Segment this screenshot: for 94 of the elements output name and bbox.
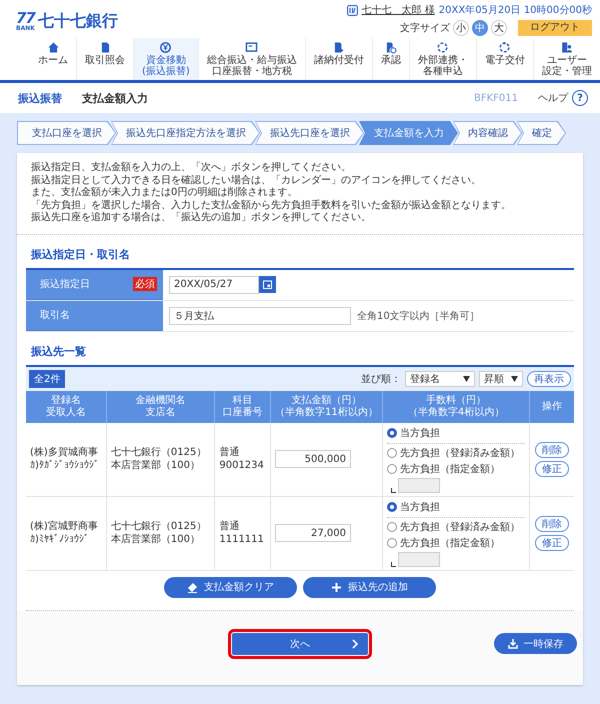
fee-option[interactable]: 先方負担（登録済み金額） bbox=[386, 446, 526, 460]
login-datetime: 20XX年05月20日 10時00分00秒 bbox=[438, 4, 592, 17]
required-badge: 必須 bbox=[133, 277, 157, 291]
radio-button[interactable] bbox=[386, 428, 397, 438]
field-hint: 全角10文字以内［半角可］ bbox=[357, 310, 480, 322]
refresh-button[interactable]: 再表示 bbox=[527, 370, 571, 386]
chevron-right-icon bbox=[352, 638, 358, 648]
fee-amount-field[interactable] bbox=[398, 478, 440, 492]
column-header: 操作 bbox=[530, 390, 574, 422]
font-size-label: 文字サイズ bbox=[400, 22, 450, 35]
nav-icon bbox=[560, 41, 574, 54]
nav-icon bbox=[245, 41, 258, 54]
radio-button[interactable] bbox=[386, 464, 397, 474]
eraser-icon bbox=[187, 582, 198, 592]
column-header: 手数料（円） （半角数字4桁以内） bbox=[382, 390, 530, 422]
field-label: 振込指定日 bbox=[40, 278, 90, 291]
row-action-button[interactable]: 削除 bbox=[535, 442, 570, 458]
fee-option[interactable]: 当方負担 bbox=[386, 500, 526, 518]
account-type: 普通 bbox=[219, 446, 240, 459]
next-button[interactable]: 次へ bbox=[232, 632, 368, 654]
progress-step: 振込先口座指定方法を選択 bbox=[111, 121, 260, 145]
account-type: 普通 bbox=[219, 520, 240, 533]
bank-name: 七十七銀行 bbox=[38, 11, 118, 32]
radio-button[interactable] bbox=[386, 502, 397, 512]
payee-name: (株)宮城野商事 bbox=[30, 520, 99, 533]
payee-name: (株)多賀城商事 bbox=[30, 446, 99, 459]
amount-field[interactable]: 500,000 bbox=[274, 450, 351, 468]
instruction-text: また、支払金額が未入力または0円の明細は削除されます。 bbox=[31, 187, 298, 200]
fee-amount-field[interactable] bbox=[398, 552, 440, 566]
nav-icon bbox=[384, 41, 398, 54]
sort-label: 並び順： bbox=[361, 372, 401, 386]
branch-name: 本店営業部（100） bbox=[110, 459, 201, 472]
column-header: 登録名 受取人名 bbox=[26, 390, 106, 422]
payee-kana: ｶ)ﾐﾔｷﾞﾉｼｮｳｼﾞ bbox=[30, 533, 90, 546]
branch-name: 本店営業部（100） bbox=[110, 533, 201, 546]
help-link[interactable]: ヘルプ ? bbox=[538, 90, 588, 106]
progress-step: 確定 bbox=[517, 121, 566, 145]
progress-step: 支払金額を入力 bbox=[359, 121, 458, 145]
page-category: 振込振替 bbox=[18, 90, 62, 106]
column-header: 科目 口座番号 bbox=[214, 390, 270, 422]
row-action-button[interactable]: 修正 bbox=[535, 460, 570, 476]
field-label: 取引名 bbox=[40, 309, 70, 322]
page-title: 支払金額入力 bbox=[82, 90, 149, 106]
dropdown-arrow-icon bbox=[511, 376, 518, 382]
instruction-text: 「先方負担」を選択した場合、入力した支払金額から先方負担手数料を引いた金額が振込金額となります。 bbox=[31, 200, 512, 212]
progress-step: 内容確認 bbox=[453, 121, 522, 145]
nav-icon bbox=[332, 41, 346, 54]
clear-amount-button[interactable]: 支払金額クリア bbox=[164, 576, 297, 598]
nav-tab[interactable]: 資金移動 (振込振替) bbox=[133, 38, 198, 80]
calendar-button[interactable] bbox=[259, 276, 276, 293]
user-icon bbox=[346, 4, 358, 16]
logout-button[interactable]: ログアウト bbox=[518, 20, 592, 36]
bank-name-cell-text: 七十七銀行（0125） bbox=[110, 520, 208, 533]
instruction-text: 振込指定日として入力できる日を確認したい場合は、「カレンダー」のアイコンを押してください。 bbox=[31, 174, 482, 186]
payee-kana: ｶ)ﾀｶﾞｼﾞｮｳｼｮｳｼﾞ bbox=[30, 459, 100, 472]
font-size-button[interactable]: 大 bbox=[491, 20, 507, 36]
font-size-button[interactable]: 小 bbox=[453, 20, 469, 36]
radio-button[interactable] bbox=[386, 448, 397, 458]
row-action-button[interactable]: 修正 bbox=[535, 534, 570, 550]
nav-icon bbox=[159, 41, 172, 54]
dropdown-arrow-icon bbox=[463, 376, 470, 382]
bank-name-cell-text: 七十七銀行（0125） bbox=[110, 446, 208, 459]
calendar-icon bbox=[263, 280, 272, 289]
row-action-button[interactable]: 削除 bbox=[535, 516, 570, 532]
nav-icon bbox=[498, 41, 512, 54]
save-draft-button[interactable]: 一時保存 bbox=[494, 633, 577, 654]
count-badge: 全2件 bbox=[29, 370, 66, 388]
fee-option[interactable]: 先方負担（登録済み金額） bbox=[386, 520, 526, 534]
section-heading: 振込先一覧 bbox=[30, 344, 87, 360]
plus-icon bbox=[331, 582, 342, 592]
sort-order-select[interactable]: 昇順 bbox=[479, 370, 523, 386]
fee-option[interactable]: 先方負担（指定金額） bbox=[386, 536, 526, 550]
column-header: 支払金額（円） （半角数字11桁以内） bbox=[270, 390, 382, 422]
user-name[interactable]: 七十七 太郎 様 bbox=[362, 3, 435, 17]
fee-option[interactable]: 先方負担（指定金額） bbox=[386, 462, 526, 476]
amount-field[interactable]: 27,000 bbox=[274, 524, 351, 542]
nav-icon bbox=[46, 41, 60, 54]
fee-option[interactable]: 当方負担 bbox=[386, 426, 526, 444]
column-header: 金融機関名 支店名 bbox=[106, 390, 215, 422]
transaction-name-field[interactable]: ５月支払 bbox=[169, 306, 351, 324]
account-number: 1111111 bbox=[219, 533, 265, 546]
date-field[interactable]: 20XX/05/27 bbox=[169, 276, 259, 294]
radio-button[interactable] bbox=[386, 522, 397, 532]
screen-id: BFKF011 bbox=[474, 92, 518, 104]
progress-step: 振込先口座を選択 bbox=[255, 121, 364, 145]
download-icon bbox=[508, 638, 518, 648]
sort-field-select[interactable]: 登録名 bbox=[405, 370, 475, 386]
add-payee-button[interactable]: 振込先の追加 bbox=[303, 576, 436, 598]
progress-step: 支払口座を選択 bbox=[17, 121, 116, 145]
account-number: 9001234 bbox=[219, 459, 265, 472]
instruction-text: 振込指定日、支払金額を入力の上、「次へ」ボタンを押してください。 bbox=[31, 162, 352, 174]
nav-icon bbox=[436, 41, 450, 54]
radio-button[interactable] bbox=[386, 538, 397, 548]
instruction-text: 振込先口座を追加する場合は、「振込先の追加」ボタンを押してください。 bbox=[31, 212, 372, 224]
